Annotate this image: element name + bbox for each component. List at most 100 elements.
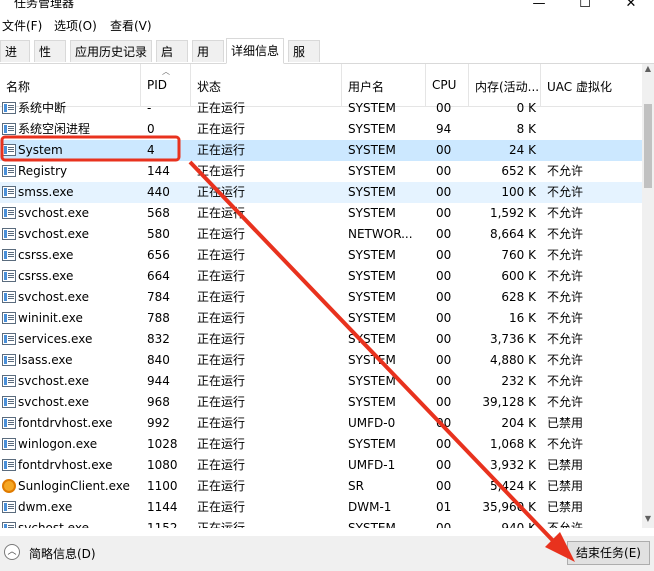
table-row[interactable]: smss.exe 440 正在运行 SYSTEM 00 100 K 不允许 [0,182,642,203]
table-row[interactable]: csrss.exe 664 正在运行 SYSTEM 00 600 K 不允许 [0,266,642,287]
table-row[interactable]: svchost.exe 580 正在运行 NETWOR... 00 8,664 K 不允许 [0,224,642,245]
cell-name: svchost.exe [18,395,89,409]
scroll-thumb[interactable] [644,104,652,188]
cell-pid: 1152 [147,521,178,528]
cell-name: services.exe [18,332,93,346]
scroll-up-icon[interactable]: ▲ [642,64,654,78]
cell-status: 正在运行 [197,395,246,409]
cell-user: SYSTEM [348,374,396,388]
cell-memory: 0 K [516,101,536,115]
minimize-button[interactable]: — [516,0,562,14]
cell-status: 正在运行 [197,122,246,136]
cell-name: System [18,143,63,157]
cell-memory: 3,736 K [489,332,536,346]
scroll-down-icon[interactable]: ▼ [642,514,654,528]
tab-performance[interactable]: 性能 [34,40,66,81]
close-button[interactable]: ✕ [608,0,654,14]
cell-name: 系统中断 [18,101,67,115]
cell-cpu: 00 [436,269,452,283]
cell-memory: 628 K [501,290,536,304]
menu-options[interactable]: 选项(O) [54,17,97,34]
column-uac[interactable]: UAC 虚拟化 [547,78,612,95]
table-row[interactable]: 系统中断 - 正在运行 SYSTEM 00 0 K [0,98,642,119]
fewer-details-link[interactable]: 简略信息(D) [29,545,96,562]
sort-up-icon: ︿ [162,67,170,76]
table-row[interactable]: fontdrvhost.exe 992 正在运行 UMFD-0 00 204 K 已禁用 [0,413,642,434]
chevron-up-icon[interactable]: ︿ [4,544,20,560]
cell-memory: 232 K [501,374,536,388]
tab-processes[interactable]: 进程 [0,40,30,81]
table-row[interactable]: fontdrvhost.exe 1080 正在运行 UMFD-1 00 3,932 K 已禁… [0,455,642,476]
table-row[interactable]: wininit.exe 788 正在运行 SYSTEM 00 16 K 不允许 [0,308,642,329]
column-name[interactable]: 名称 [6,78,30,95]
column-status[interactable]: 状态 [197,78,221,95]
cell-cpu: 00 [436,311,452,325]
cell-name: SunloginClient.exe [18,479,130,493]
table-row[interactable]: svchost.exe 1152 正在运行 SYSTEM 00 940 K 不允许 [0,518,642,528]
cell-pid: 656 [147,248,170,262]
cell-status: 正在运行 [197,437,246,451]
process-icon [2,333,16,345]
column-cpu[interactable]: CPU [432,78,456,92]
column-username[interactable]: 用户名 [348,78,384,95]
cell-memory: 8 K [516,122,536,136]
column-pid[interactable]: PID [147,78,167,92]
table-row[interactable]: System 4 正在运行 SYSTEM 00 24 K [0,140,642,161]
table-row[interactable]: winlogon.exe 1028 正在运行 SYSTEM 00 1,068 K 不允许 [0,434,642,455]
table-row[interactable]: services.exe 832 正在运行 SYSTEM 00 3,736 K 不允许 [0,329,642,350]
cell-user: SYSTEM [348,143,396,157]
cell-memory: 8,664 K [489,227,536,241]
end-task-button[interactable]: 结束任务(E) [567,541,650,565]
cell-status: 正在运行 [197,479,246,493]
cell-status: 正在运行 [197,521,246,528]
cell-cpu: 00 [436,479,452,493]
cell-pid: 440 [147,185,170,199]
table-row[interactable]: 系统空闲进程 0 正在运行 SYSTEM 94 8 K [0,119,642,140]
footer-bar: ︿ 简略信息(D) 结束任务(E) [0,536,654,571]
column-memory[interactable]: 内存(活动... [475,78,539,95]
cell-memory: 204 K [501,416,536,430]
tab-startup[interactable]: 启动 [156,40,188,81]
table-row[interactable]: lsass.exe 840 正在运行 SYSTEM 00 4,880 K 不允许 [0,350,642,371]
cell-user: SYSTEM [348,269,396,283]
table-row[interactable]: svchost.exe 568 正在运行 SYSTEM 00 1,592 K 不允许 [0,203,642,224]
tab-users[interactable]: 用户 [192,40,224,81]
cell-pid: 568 [147,206,170,220]
cell-user: SYSTEM [348,164,396,178]
table-row[interactable]: svchost.exe 944 正在运行 SYSTEM 00 232 K 不允许 [0,371,642,392]
cell-name: smss.exe [18,185,74,199]
menu-file[interactable]: 文件(F) [2,17,42,34]
vertical-scrollbar[interactable]: ▲ ▼ [642,64,654,528]
cell-name: 系统空闲进程 [18,122,91,136]
tab-app-history[interactable]: 应用历史记录 [70,40,152,62]
cell-memory: 5,424 K [489,479,536,493]
cell-pid: 4 [147,143,155,157]
process-list: 系统中断 - 正在运行 SYSTEM 00 0 K 系统空闲进程 0 正在运行 SYSTEM 94 8… [0,98,642,528]
cell-pid: 832 [147,332,170,346]
table-row[interactable]: csrss.exe 656 正在运行 SYSTEM 00 760 K 不允许 [0,245,642,266]
table-row[interactable]: svchost.exe 784 正在运行 SYSTEM 00 628 K 不允许 [0,287,642,308]
cell-cpu: 00 [436,101,452,115]
cell-status: 正在运行 [197,311,246,325]
menu-view[interactable]: 查看(V) [110,17,152,34]
cell-uac: 已禁用 [547,458,584,472]
cell-name: csrss.exe [18,269,74,283]
table-row[interactable]: SunloginClient.exe 1100 正在运行 SR 00 5,424 K 已禁用 [0,476,642,497]
cell-user: SYSTEM [348,185,396,199]
maximize-button[interactable]: ☐ [562,0,608,14]
cell-name: svchost.exe [18,290,89,304]
tab-details[interactable]: 详细信息 [226,38,284,64]
process-icon [2,354,16,366]
cell-cpu: 00 [436,332,452,346]
cell-pid: 944 [147,374,170,388]
cell-uac: 不允许 [547,374,584,388]
tab-services[interactable]: 服务 [288,40,320,81]
cell-status: 正在运行 [197,227,246,241]
table-row[interactable]: svchost.exe 968 正在运行 SYSTEM 00 39,128 K 不允许 [0,392,642,413]
cell-memory: 39,128 K [482,395,536,409]
table-row[interactable]: Registry 144 正在运行 SYSTEM 00 652 K 不允许 [0,161,642,182]
cell-user: SYSTEM [348,290,396,304]
process-icon [2,438,16,450]
table-row[interactable]: dwm.exe 1144 正在运行 DWM-1 01 35,960 K 已禁用 [0,497,642,518]
cell-pid: 580 [147,227,170,241]
